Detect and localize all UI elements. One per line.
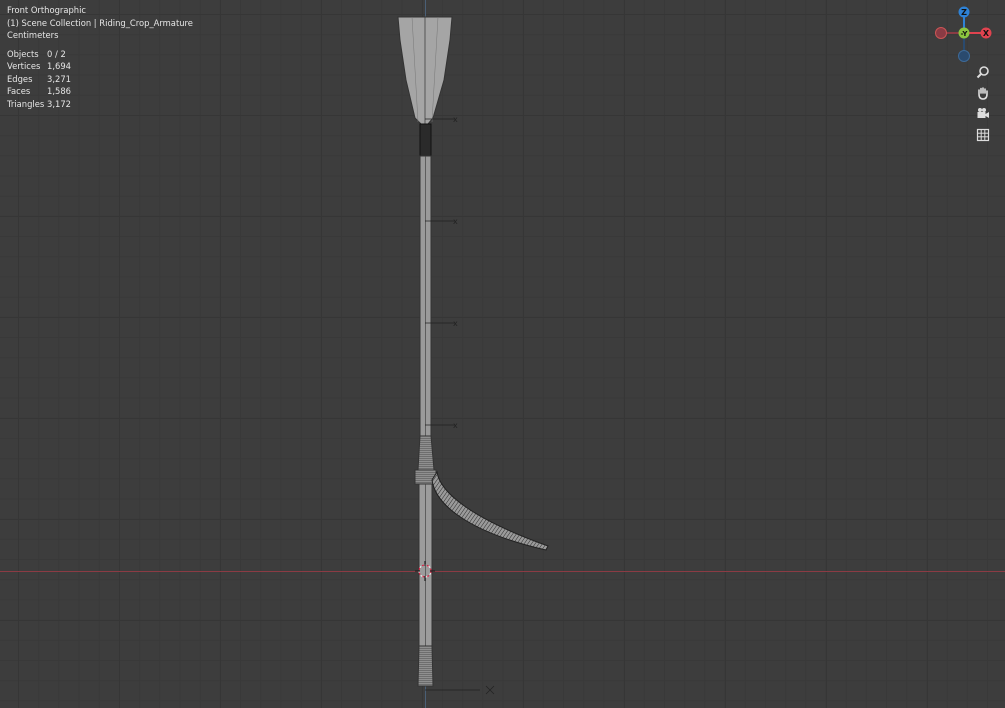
3d-viewport[interactable]: x x x x Front Orthographic (1) Scene Col… [0,0,1005,708]
gizmo-z-axis[interactable]: Z [958,6,970,18]
crop-neck [419,123,432,157]
grid-icon[interactable] [973,125,993,145]
camera-icon[interactable] [973,104,993,124]
zoom-icon[interactable] [973,62,993,82]
gizmo-neg-z[interactable] [958,50,970,62]
scene-statistics: Objects 0 / 2 Vertices 1,694 Edges 3,271 Fa… [7,48,193,111]
viewport-info-overlay: Front Orthographic (1) Scene Collection … [7,4,193,110]
stat-edges: Edges 3,271 [7,73,71,84]
collection-line: (1) Scene Collection | Riding_Crop_Armat… [7,17,193,28]
svg-text:x: x [453,217,458,226]
navigation-gizmo[interactable]: Z X -Y [930,3,1000,69]
stat-triangles: Triangles 3,172 [7,98,71,109]
svg-text:-Y: -Y [961,30,969,38]
stat-vertices: Vertices 1,694 [7,61,71,71]
svg-text:x: x [453,115,458,124]
gizmo-x-axis[interactable]: X [980,27,992,39]
crop-end-cap [417,645,434,687]
gizmo-neg-x[interactable] [935,27,947,39]
units-label: Centimeters [7,30,59,40]
svg-text:Z: Z [961,8,967,17]
svg-text:X: X [983,29,990,38]
crop-wrist-loop [431,470,549,551]
crop-handle-top [417,435,435,471]
svg-text:x: x [453,421,458,430]
svg-text:x: x [453,319,458,328]
pan-hand-icon[interactable] [973,83,993,103]
stat-objects: Objects 0 / 2 [7,48,66,59]
stat-faces: Faces 1,586 [7,86,71,96]
gizmo-neg-y-axis[interactable]: -Y [958,27,970,39]
view-name: Front Orthographic [7,5,87,15]
